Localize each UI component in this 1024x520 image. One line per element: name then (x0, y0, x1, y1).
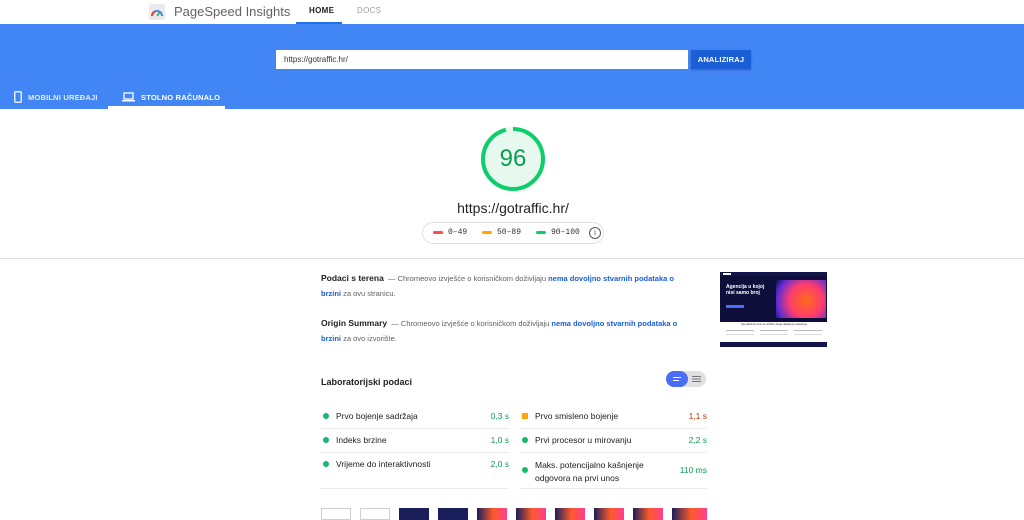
legend-poor-marker (433, 231, 443, 234)
metric-first-cpu-idle: Prvi procesor u mirovanju 2,2 s (520, 428, 707, 453)
field-data-section: Podaci s terena — Chromeovo izvješće o k… (321, 271, 681, 301)
nav-home-tab[interactable]: HOME (309, 6, 334, 15)
metric-name: Prvi procesor u mirovanju (535, 435, 632, 445)
score-legend: 0–49 50–89 90–100 i (422, 222, 604, 244)
metric-average-square (522, 413, 528, 419)
summary-view-icon (673, 377, 681, 381)
filmstrip-frame (555, 508, 585, 520)
analyze-button[interactable]: ANALIZIRAJ (691, 50, 751, 69)
toggle-summary-view[interactable] (666, 371, 688, 387)
thumbnail-headline: Agencija u kojoj nisi samo broj (726, 284, 765, 296)
field-data-suffix: za ovu stranicu. (343, 289, 396, 298)
laptop-icon (122, 92, 135, 102)
metric-max-fid: Maks. potencijalno kašnjenje odgovora na… (520, 452, 707, 489)
top-bar: PageSpeed Insights HOME DOCS (0, 0, 1024, 24)
legend-average-label: 50–89 (497, 228, 522, 237)
metric-good-dot (522, 437, 528, 443)
metric-name: Vrijeme do interaktivnosti (336, 459, 431, 469)
tab-mobile[interactable]: MOBILNI UREĐAJI (14, 88, 98, 106)
metric-name: Indeks brzine (336, 435, 387, 445)
origin-summary-title: Origin Summary (321, 318, 388, 328)
filmstrip-frame (438, 508, 468, 520)
origin-summary-suffix: za ovo izvorište. (343, 334, 397, 343)
metric-value: 2,2 s (688, 435, 707, 445)
info-icon[interactable]: i (589, 227, 601, 239)
active-device-indicator (108, 106, 225, 109)
filmstrip-frame (477, 508, 507, 520)
metric-name: Maks. potencijalno kašnjenje odgovora na… (535, 460, 644, 483)
tab-desktop[interactable]: STOLNO RAČUNALO (122, 88, 220, 106)
analyzed-url: https://gotraffic.hr/ (457, 200, 569, 216)
legend-poor-label: 0–49 (448, 228, 468, 237)
metric-name: Prvo bojenje sadržaja (336, 411, 418, 421)
filmstrip-frame (633, 508, 663, 520)
legend-good-label: 90–100 (551, 228, 580, 237)
lab-data-title: Laboratorijski podaci (321, 377, 413, 387)
filmstrip-frame (594, 508, 624, 520)
metric-value: 1,0 s (490, 435, 509, 445)
app-name[interactable]: PageSpeed Insights (174, 4, 290, 19)
filmstrip (321, 508, 707, 520)
filmstrip-frame (360, 508, 390, 520)
nav-docs-tab[interactable]: DOCS (357, 6, 381, 15)
final-screenshot-thumbnail: Agencija u kojoj nisi samo broj Specijal… (720, 272, 827, 347)
metric-good-dot (323, 413, 329, 419)
legend-item-average: 50–89 (482, 228, 521, 237)
metric-name: Prvo smisleno bojenje (535, 411, 619, 421)
metric-value: 1,1 s (688, 411, 707, 421)
filmstrip-frame (516, 508, 546, 520)
legend-good-marker (536, 231, 546, 234)
metric-tti: Vrijeme do interaktivnosti 2,0 s (321, 452, 509, 489)
tab-desktop-label: STOLNO RAČUNALO (141, 92, 221, 102)
metric-good-dot (522, 467, 528, 473)
filmstrip-frame (321, 508, 351, 520)
filmstrip-frame (399, 508, 429, 520)
section-divider (0, 258, 1024, 259)
metric-value: 110 ms (679, 465, 707, 475)
metric-fmp: Prvo smisleno bojenje 1,1 s (520, 404, 707, 429)
metric-good-dot (323, 461, 329, 467)
field-data-text: — Chromeovo izvješće o korisničkom doživ… (388, 274, 546, 283)
metric-fcp: Prvo bojenje sadržaja 0,3 s (321, 404, 509, 429)
smartphone-icon (14, 91, 22, 103)
origin-summary-text: — Chromeovo izvješće o korisničkom doživ… (391, 319, 550, 328)
metric-good-dot (323, 437, 329, 443)
url-input[interactable] (276, 50, 688, 69)
legend-average-marker (482, 231, 492, 234)
performance-score: 96 (499, 145, 527, 172)
filmstrip-frame (672, 508, 707, 520)
metric-speed-index: Indeks brzine 1,0 s (321, 428, 509, 453)
legend-item-poor: 0–49 (433, 228, 467, 237)
origin-summary-section: Origin Summary — Chromeovo izvješće o ko… (321, 316, 681, 346)
metrics-view-toggle[interactable] (666, 371, 706, 387)
legend-item-good: 90–100 (536, 228, 580, 237)
pagespeed-logo-icon (149, 4, 165, 20)
metric-value: 0,3 s (490, 411, 509, 421)
tab-mobile-label: MOBILNI UREĐAJI (28, 92, 98, 102)
thumbnail-subheadline: Specijalizirani smo za različite usluge … (741, 323, 807, 326)
detail-view-icon[interactable] (688, 371, 706, 387)
field-data-title: Podaci s terena (321, 273, 384, 283)
metric-value: 2,0 s (490, 459, 509, 469)
